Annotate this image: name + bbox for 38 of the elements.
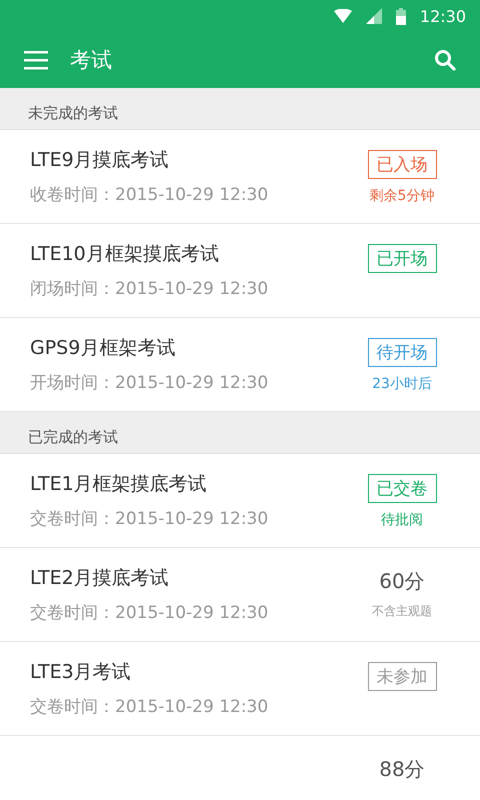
status-tag: 已入场 — [368, 150, 436, 179]
status-tag: 未参加 — [368, 662, 436, 691]
exam-time: 交卷时间：2015-10-29 12:30 — [30, 602, 270, 624]
section-title: 已完成的考试 — [28, 428, 118, 447]
exam-time: 开场时间：2015-10-29 12:30 — [30, 372, 270, 394]
status-note: 剩余5分钟 — [370, 187, 434, 205]
menu-icon[interactable] — [24, 50, 48, 70]
status-tag: 已开场 — [368, 244, 436, 273]
status-tag: 待开场 — [368, 338, 436, 367]
score: 60分 — [379, 568, 425, 595]
exam-item[interactable]: LTE3月考试 交卷时间：2015-10-29 12:30 未参加 — [0, 642, 480, 736]
exam-item[interactable]: LTE10月框架摸底考试 闭场时间：2015-10-29 12:30 已开场 — [0, 224, 480, 318]
search-icon[interactable] — [434, 49, 456, 71]
score: 88分 — [379, 756, 425, 783]
exam-time: 交卷时间：2015-10-29 12:30 — [30, 696, 270, 718]
exam-title: GPS9月框架考试 — [30, 336, 176, 361]
exam-title: LTE9月摸底考试 — [30, 148, 170, 173]
score-note: 不含主观题 — [372, 603, 432, 620]
exam-item[interactable]: 88分 — [0, 736, 480, 800]
status-note: 待批阅 — [381, 511, 423, 529]
exam-title: LTE10月框架摸底考试 — [30, 242, 220, 267]
exam-item[interactable]: LTE9月摸底考试 收卷时间：2015-10-29 12:30 已入场 剩余5分钟 — [0, 130, 480, 224]
signal-icon — [366, 8, 382, 24]
section-title: 未完成的考试 — [28, 104, 118, 123]
exam-title: LTE2月摸底考试 — [30, 566, 170, 591]
wifi-icon — [334, 9, 352, 23]
exam-item[interactable]: LTE2月摸底考试 交卷时间：2015-10-29 12:30 60分 不含主观题 — [0, 548, 480, 642]
status-tag: 已交卷 — [368, 474, 436, 503]
exam-title: LTE1月框架摸底考试 — [30, 472, 208, 497]
exam-time: 收卷时间：2015-10-29 12:30 — [30, 184, 270, 206]
app-title: 考试 — [70, 47, 113, 74]
exam-time: 交卷时间：2015-10-29 12:30 — [30, 508, 270, 530]
exam-item[interactable]: LTE1月框架摸底考试 交卷时间：2015-10-29 12:30 已交卷 待批阅 — [0, 454, 480, 548]
exam-title: LTE3月考试 — [30, 660, 132, 685]
status-note: 23小时后 — [372, 375, 432, 393]
battery-icon — [396, 8, 406, 24]
exam-time: 闭场时间：2015-10-29 12:30 — [30, 278, 270, 300]
clock: 12:30 — [420, 6, 466, 26]
